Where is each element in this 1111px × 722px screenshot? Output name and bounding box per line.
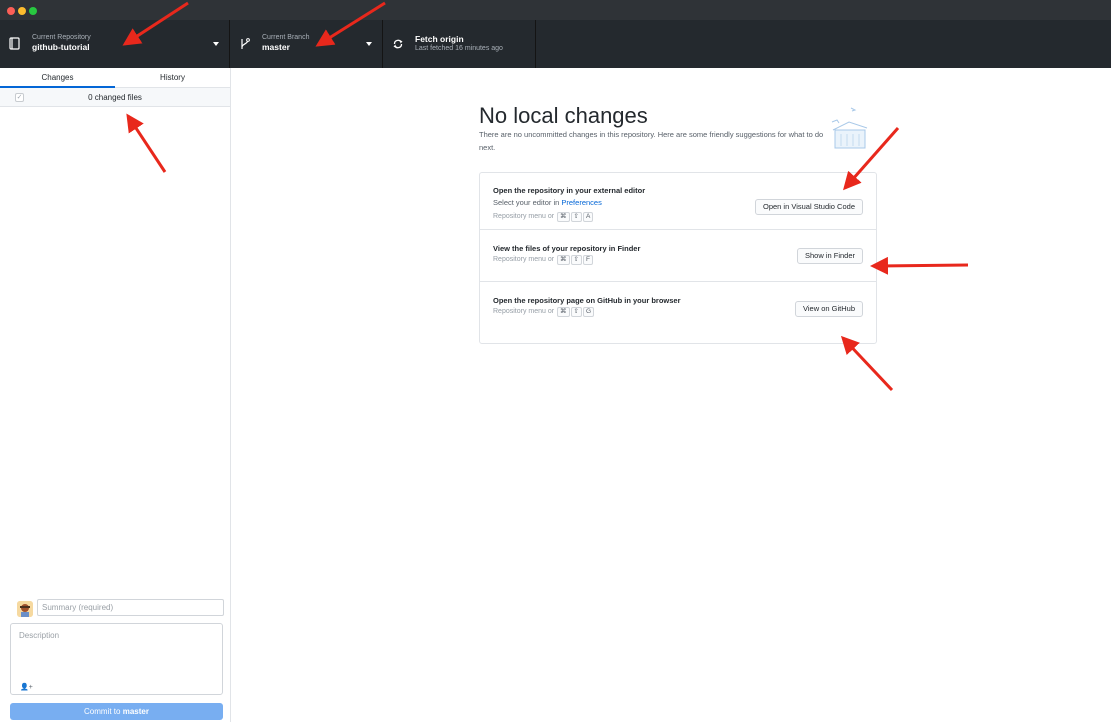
- hint-text: Repository menu or: [493, 256, 555, 263]
- commit-branch: master: [122, 707, 149, 716]
- main-panel: No local changes There are no uncommitte…: [231, 68, 1111, 722]
- tab-changes[interactable]: Changes: [0, 68, 115, 88]
- key-a: A: [583, 212, 594, 222]
- window-titlebar: [0, 0, 1111, 20]
- hint-text: Repository menu or: [493, 213, 555, 220]
- preferences-link[interactable]: Preferences: [561, 198, 601, 207]
- open-in-editor-button[interactable]: Open in Visual Studio Code: [754, 199, 863, 215]
- caret-down-icon: [366, 42, 372, 46]
- minimize-window-button[interactable]: [18, 7, 26, 15]
- shift-key-icon: ⇧: [570, 307, 582, 317]
- suggestion-finder: View the files of your repository in Fin…: [480, 230, 876, 282]
- fetch-title: Fetch origin: [415, 34, 464, 44]
- key-f: F: [583, 255, 593, 265]
- current-repository-button[interactable]: Current Repository github-tutorial: [0, 20, 230, 68]
- command-key-icon: ⌘: [557, 212, 570, 222]
- branch-icon: [241, 38, 250, 49]
- sidebar-tabs: Changes History: [0, 68, 230, 88]
- page-description: There are no uncommitted changes in this…: [479, 130, 824, 152]
- card-hint: Repository menu or ⌘ ⇧ G: [493, 307, 595, 317]
- suggestion-editor: Open the repository in your external edi…: [480, 173, 876, 230]
- card-hint: Repository menu or ⌘ ⇧ A: [493, 212, 594, 222]
- description-field[interactable]: Description 👤+: [10, 623, 223, 695]
- summary-input[interactable]: Summary (required): [37, 599, 224, 616]
- page-title: No local changes: [479, 103, 648, 128]
- sidebar: Changes History ✓ 0 changed files Summar…: [0, 68, 231, 722]
- caret-down-icon: [213, 42, 219, 46]
- commit-summary-row: Summary (required): [10, 599, 224, 617]
- zoom-window-button[interactable]: [29, 7, 37, 15]
- close-window-button[interactable]: [7, 7, 15, 15]
- hint-text: Repository menu or: [493, 308, 555, 315]
- description-placeholder: Description: [19, 631, 60, 640]
- card-title: Open the repository in your external edi…: [493, 186, 646, 195]
- shift-key-icon: ⇧: [570, 255, 582, 265]
- sync-icon: [393, 39, 403, 49]
- view-on-github-button[interactable]: View on GitHub: [795, 301, 863, 317]
- changes-header: ✓ 0 changed files: [0, 88, 230, 107]
- branch-caption: Current Branch: [262, 34, 310, 41]
- toolbar: Current Repository github-tutorial Curre…: [0, 20, 1111, 68]
- card-hint: Repository menu or ⌘ ⇧ F: [493, 255, 593, 265]
- card-title: View the files of your repository in Fin…: [493, 244, 641, 253]
- card-subtitle: Select your editor in Preferences: [493, 198, 602, 207]
- repo-caption: Current Repository: [32, 34, 91, 41]
- avatar: [17, 601, 33, 617]
- current-branch-button[interactable]: Current Branch master: [230, 20, 383, 68]
- repo-icon: [9, 37, 20, 50]
- command-key-icon: ⌘: [557, 307, 570, 317]
- card-subtitle-text: Select your editor in: [493, 198, 560, 207]
- command-key-icon: ⌘: [557, 255, 570, 265]
- key-g: G: [583, 307, 595, 317]
- suggestions-panel: Open the repository in your external edi…: [479, 172, 877, 344]
- branch-name: master: [262, 42, 290, 52]
- shift-key-icon: ⇧: [570, 212, 582, 222]
- commit-prefix: Commit to: [84, 707, 121, 716]
- illustration: [831, 107, 868, 149]
- suggestion-github: Open the repository page on GitHub in yo…: [480, 282, 876, 338]
- fetch-subtitle: Last fetched 16 minutes ago: [415, 45, 503, 52]
- changed-files-count: 0 changed files: [88, 93, 142, 102]
- repo-name: github-tutorial: [32, 42, 90, 52]
- tab-history[interactable]: History: [115, 68, 230, 88]
- commit-button[interactable]: Commit to master: [10, 703, 223, 720]
- card-title: Open the repository page on GitHub in yo…: [493, 296, 681, 305]
- show-in-finder-button[interactable]: Show in Finder: [796, 248, 863, 264]
- fetch-origin-button[interactable]: Fetch origin Last fetched 16 minutes ago: [383, 20, 536, 68]
- add-coauthor-icon[interactable]: 👤+: [20, 683, 33, 691]
